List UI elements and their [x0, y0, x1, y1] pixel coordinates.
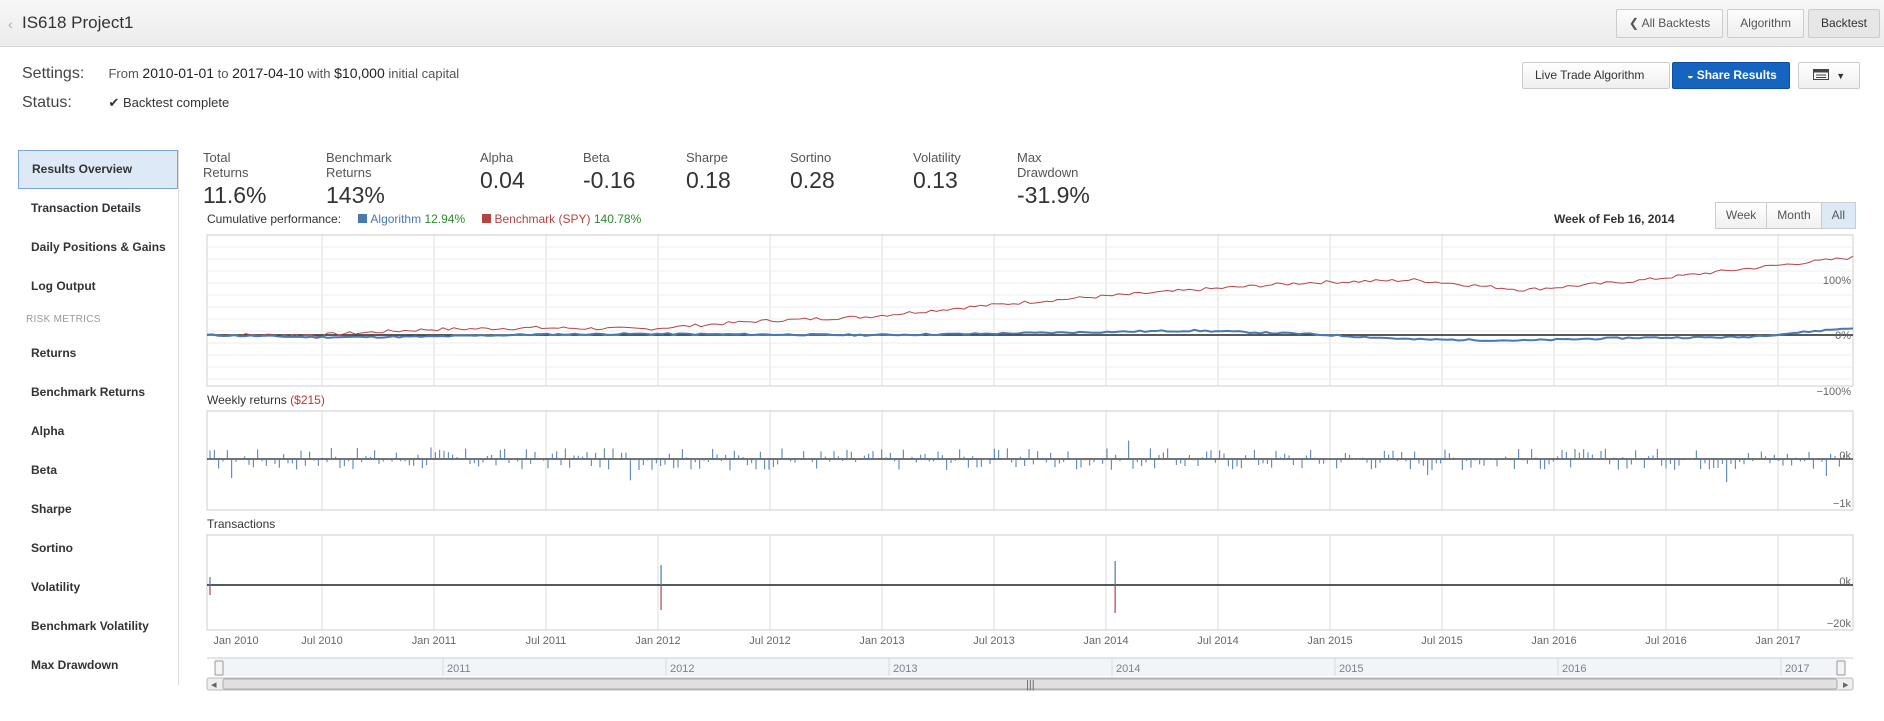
weekly-returns-chart[interactable]: 0k −1k	[206, 410, 1854, 511]
navigator-right-handle	[1836, 660, 1846, 676]
time-axis: Jan 2010 Jul 2010 Jan 2011 Jul 2011 Jan 2012…	[213, 635, 1800, 647]
x-tick-label: Jan 2013	[859, 635, 904, 647]
y-tick-label: 0k	[1839, 450, 1851, 462]
cumulative-chart[interactable]: 100% 0% −100%	[206, 234, 1854, 398]
x-tick-label: Jul 2016	[1645, 635, 1687, 647]
transactions-frame	[206, 534, 1854, 631]
y-tick-label: 0%	[1835, 330, 1851, 342]
weekly-frame	[206, 410, 1854, 511]
x-tick-label: Jan 2017	[1755, 635, 1800, 647]
cumulative-frame	[206, 234, 1854, 387]
charts-svg: 100% 0% −100% 0k −1k 0k −20k Jan 2010 Jul 201…	[206, 234, 1854, 691]
navigator-selection	[215, 658, 1845, 676]
transactions-chart[interactable]: 0k −20k	[206, 534, 1854, 631]
y-tick-label: −1k	[1833, 498, 1852, 510]
x-tick-label: Jan 2010	[213, 635, 258, 647]
x-tick-label: Jan 2011	[412, 635, 456, 647]
x-tick-label: Jul 2014	[1197, 635, 1239, 647]
scroll-grip-icon: |||	[1026, 679, 1035, 691]
range-navigator[interactable]: 2011201220132014201520162017◂▸|||	[206, 657, 1854, 691]
navigator-left-handle	[214, 660, 224, 676]
scroll-right-arrow-icon: ▸	[1843, 679, 1849, 691]
y-tick-label: 100%	[1823, 275, 1851, 287]
scroll-left-arrow-icon: ◂	[211, 679, 217, 691]
x-tick-label: Jan 2014	[1083, 635, 1128, 647]
y-tick-label: 0k	[1839, 576, 1851, 588]
x-tick-label: Jan 2016	[1531, 635, 1576, 647]
x-tick-label: Jul 2011	[526, 635, 567, 647]
y-tick-label: −100%	[1816, 386, 1851, 398]
x-tick-label: Jul 2015	[1421, 635, 1463, 647]
y-tick-label: −20k	[1827, 618, 1852, 630]
x-tick-label: Jan 2012	[635, 635, 680, 647]
x-tick-label: Jul 2010	[301, 635, 343, 647]
x-tick-label: Jul 2012	[749, 635, 791, 647]
x-tick-label: Jul 2013	[973, 635, 1015, 647]
x-tick-label: Jan 2015	[1307, 635, 1352, 647]
